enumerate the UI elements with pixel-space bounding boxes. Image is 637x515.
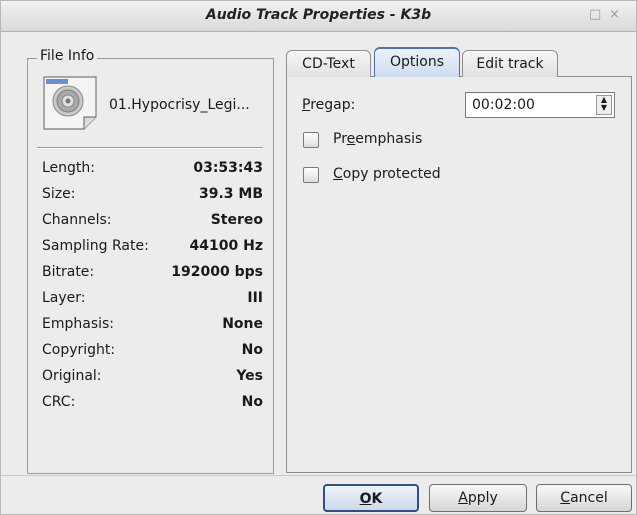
pregap-mnemonic: P [302, 97, 311, 113]
info-value: III [247, 290, 263, 306]
copy-protected-checkbox[interactable] [303, 167, 319, 183]
info-row-bitrate: Bitrate: 192000 bps [42, 264, 263, 284]
info-value: None [222, 316, 263, 332]
file-info-legend: File Info [37, 48, 98, 64]
button-area-divider [1, 475, 636, 476]
info-value: 44100 Hz [189, 238, 263, 254]
preemphasis-label-post: emphasis [355, 131, 423, 147]
apply-label: pply [467, 490, 498, 506]
info-row-length: Length: 03:53:43 [42, 160, 263, 180]
preemphasis-checkbox[interactable] [303, 132, 319, 148]
close-button[interactable]: × [609, 7, 620, 22]
info-row-layer: Layer: III [42, 290, 263, 310]
cancel-label: ancel [570, 490, 608, 506]
apply-button[interactable]: Apply [429, 484, 527, 512]
audio-file-icon [42, 75, 98, 131]
copy-protected-label-text: opy protected [342, 166, 441, 182]
preemphasis-label[interactable]: Preemphasis [333, 131, 422, 147]
pregap-label-text: regap: [310, 97, 356, 113]
info-row-copyright: Copyright: No [42, 342, 263, 362]
info-value: Stereo [210, 212, 263, 228]
info-key: Bitrate: [42, 264, 95, 280]
info-key: Sampling Rate: [42, 238, 149, 254]
spin-arrows-icon[interactable]: ▲ ▼ [596, 95, 612, 115]
file-name: 01.Hypocrisy_Legi... [109, 97, 250, 113]
info-key: Original: [42, 368, 102, 384]
info-key: Length: [42, 160, 96, 176]
window-title: Audio Track Properties - K3b [205, 7, 432, 23]
maximize-button[interactable]: □ [589, 7, 601, 22]
tab-options[interactable]: Options [374, 47, 460, 77]
info-row-channels: Channels: Stereo [42, 212, 263, 232]
info-row-sampling-rate: Sampling Rate: 44100 Hz [42, 238, 263, 258]
copy-protected-label[interactable]: Copy protected [333, 166, 441, 182]
tab-edit-track[interactable]: Edit track [462, 50, 558, 77]
info-row-crc: CRC: No [42, 394, 263, 414]
preemphasis-label-pre: Pr [333, 131, 347, 147]
info-value: 39.3 MB [198, 186, 263, 202]
info-key: Copyright: [42, 342, 116, 358]
tab-cd-text[interactable]: CD-Text [286, 50, 371, 77]
divider [37, 147, 263, 149]
ok-button[interactable]: OK [323, 484, 419, 512]
info-value: No [241, 394, 263, 410]
info-value: 192000 bps [171, 264, 263, 280]
info-value: No [241, 342, 263, 358]
ok-label: K [371, 491, 383, 507]
audio-track-properties-dialog: Audio Track Properties - K3b □ × File In… [0, 0, 637, 515]
pregap-spinbox[interactable]: 00:02:00 ▲ ▼ [465, 92, 615, 118]
info-row-emphasis: Emphasis: None [42, 316, 263, 336]
info-row-original: Original: Yes [42, 368, 263, 388]
info-key: Emphasis: [42, 316, 115, 332]
cancel-mnemonic: C [560, 490, 571, 506]
title-bar[interactable]: Audio Track Properties - K3b □ × [1, 1, 636, 32]
copy-protected-mnemonic: C [333, 166, 343, 182]
pregap-label: Pregap: [302, 97, 355, 113]
info-key: Channels: [42, 212, 112, 228]
ok-mnemonic: O [359, 491, 372, 507]
pregap-value[interactable]: 00:02:00 [472, 97, 535, 113]
info-key: CRC: [42, 394, 76, 410]
info-row-size: Size: 39.3 MB [42, 186, 263, 206]
apply-mnemonic: A [458, 490, 468, 506]
info-value: 03:53:43 [193, 160, 263, 176]
info-key: Size: [42, 186, 76, 202]
cancel-button[interactable]: Cancel [536, 484, 632, 512]
preemphasis-mnemonic: e [346, 131, 356, 147]
info-key: Layer: [42, 290, 86, 306]
info-value: Yes [236, 368, 263, 384]
